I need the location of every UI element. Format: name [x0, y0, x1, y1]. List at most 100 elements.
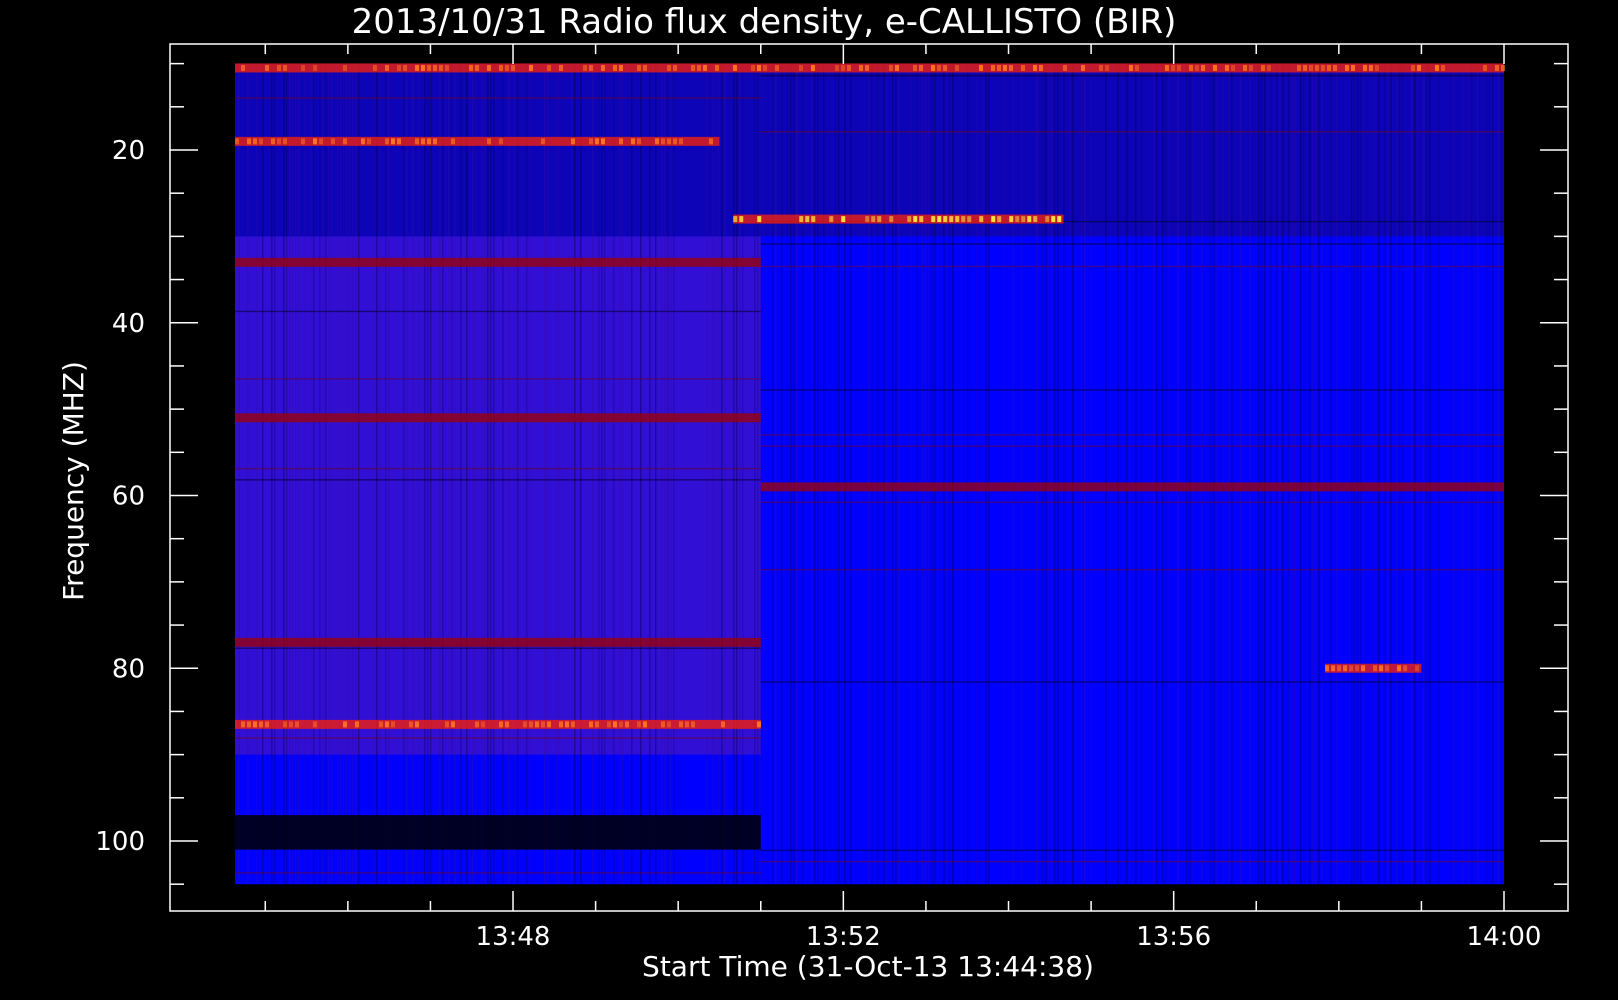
spectrogram-striation: [1063, 63, 1065, 885]
spectrogram-band-speck: [1309, 64, 1313, 71]
spectrogram-band-speck: [991, 216, 996, 223]
spectrogram-striation: [313, 63, 315, 885]
spectrogram-band-speck: [529, 64, 533, 71]
spectrogram-band-speck: [1165, 64, 1169, 71]
spectrogram-channel-line: [235, 97, 761, 99]
spectrogram-band-speck: [571, 721, 575, 728]
spectrogram-striation: [1411, 63, 1413, 885]
spectrogram-striation: [1318, 63, 1320, 885]
spectrogram-striation: [430, 63, 432, 885]
spectrogram-striation: [388, 63, 390, 885]
spectrogram-striation: [529, 63, 531, 885]
spectrogram-channel-line: [760, 445, 1504, 447]
spectrogram-band-speck: [589, 64, 593, 71]
spectrogram-band-speck: [481, 721, 485, 728]
spectrogram-band-speck: [697, 64, 701, 71]
spectrogram-channel-line: [235, 467, 761, 470]
spectrogram-striation: [514, 63, 516, 885]
spectrogram-striation: [298, 63, 300, 885]
spectrogram-striation: [559, 63, 561, 885]
spectrogram-striation: [793, 63, 795, 885]
spectrogram-band-speck: [559, 721, 563, 728]
spectrogram-band-speck: [253, 721, 257, 728]
spectrogram-band-speck: [943, 216, 948, 223]
y-tick-label: 20: [112, 136, 145, 166]
spectrogram-band-speck: [721, 721, 725, 728]
spectrogram-band-speck: [1195, 64, 1199, 71]
spectrogram-band-speck: [1057, 216, 1062, 223]
spectrogram-band-speck: [685, 721, 689, 728]
spectrogram-striation: [1453, 63, 1455, 885]
spectrogram-band-speck: [301, 138, 305, 145]
spectrogram-striation: [1270, 63, 1272, 885]
spectrogram-striation: [733, 63, 735, 885]
spectrogram-band-speck: [415, 721, 419, 728]
spectrogram-band-speck: [1343, 665, 1348, 672]
spectrogram-striation: [517, 63, 519, 885]
spectrogram-striation: [460, 63, 462, 885]
spectrogram-striation: [1117, 63, 1119, 885]
spectrogram-striation: [274, 63, 276, 885]
spectrogram-striation: [1003, 63, 1005, 885]
spectrogram-striation: [1267, 63, 1269, 885]
spectrogram-band-speck: [277, 64, 281, 71]
spectrogram-band-speck: [373, 64, 377, 71]
spectrogram-striation: [427, 63, 429, 885]
spectrogram-band-speck: [835, 64, 839, 71]
spectrogram-band-speck: [1415, 665, 1420, 672]
spectrogram-band-speck: [1411, 64, 1415, 71]
spectrogram-band-speck: [913, 216, 918, 223]
spectrogram-striation: [667, 63, 669, 885]
spectrogram-striation: [1417, 63, 1419, 885]
spectrogram-striation: [418, 63, 420, 885]
spectrogram-band-speck: [757, 721, 761, 728]
spectrogram-striation: [1177, 63, 1179, 885]
spectrogram-striation: [943, 63, 945, 885]
spectrogram-striation: [640, 63, 642, 885]
spectrogram-striation: [508, 63, 510, 885]
spectrogram-striation: [922, 63, 924, 885]
spectrogram-band-speck: [643, 721, 647, 728]
spectrogram-band-speck: [1027, 216, 1032, 223]
spectrogram-striation: [469, 63, 471, 885]
spectrogram-striation: [304, 63, 306, 885]
spectrogram-striation: [1363, 63, 1365, 885]
spectrogram-band-speck: [445, 64, 449, 71]
spectrogram-striation: [916, 63, 918, 885]
spectrogram-band-speck: [1297, 64, 1301, 71]
spectrogram-band-speck: [289, 721, 293, 728]
spectrogram-band-low: [235, 815, 761, 850]
spectrogram-band-speck: [295, 721, 299, 728]
spectrogram-band-speck: [259, 138, 263, 145]
spectrogram-band-speck: [763, 64, 767, 71]
spectrogram-striation: [352, 63, 354, 885]
spectrogram-striation: [724, 63, 726, 885]
spectrogram-band-speck: [421, 138, 425, 145]
y-axis-label: Frequency (MHZ): [57, 361, 90, 601]
spectrogram-band-speck: [547, 721, 551, 728]
spectrogram-striation: [1321, 63, 1323, 885]
spectrogram-band-speck: [1261, 64, 1265, 71]
spectrogram-striation: [448, 63, 450, 885]
spectrogram-striation: [877, 63, 879, 885]
spectrogram-band-speck: [637, 721, 641, 728]
spectrogram-striation: [526, 63, 528, 885]
spectrogram-striation: [1330, 63, 1332, 885]
spectrogram-channel-line: [760, 389, 1504, 391]
spectrogram-band-speck: [265, 721, 269, 728]
spectrogram-band-speck: [451, 721, 455, 728]
spectrogram-striation: [796, 63, 798, 885]
spectrogram-striation: [1423, 63, 1425, 885]
spectrogram-striation: [481, 63, 483, 885]
spectrogram-striation: [1054, 63, 1056, 885]
spectrogram-band-speck: [1315, 64, 1319, 71]
spectrogram-band-speck: [1403, 665, 1408, 672]
spectrogram-striation: [739, 63, 741, 885]
spectrogram-band-speck: [595, 721, 599, 728]
spectrogram-band-speck: [715, 64, 719, 71]
spectrogram-striation: [1021, 63, 1023, 885]
spectrogram-striation: [1165, 63, 1167, 885]
spectrogram-striation: [1471, 63, 1473, 885]
spectrogram-striation: [1291, 63, 1293, 885]
spectrogram-striation: [1501, 63, 1503, 885]
